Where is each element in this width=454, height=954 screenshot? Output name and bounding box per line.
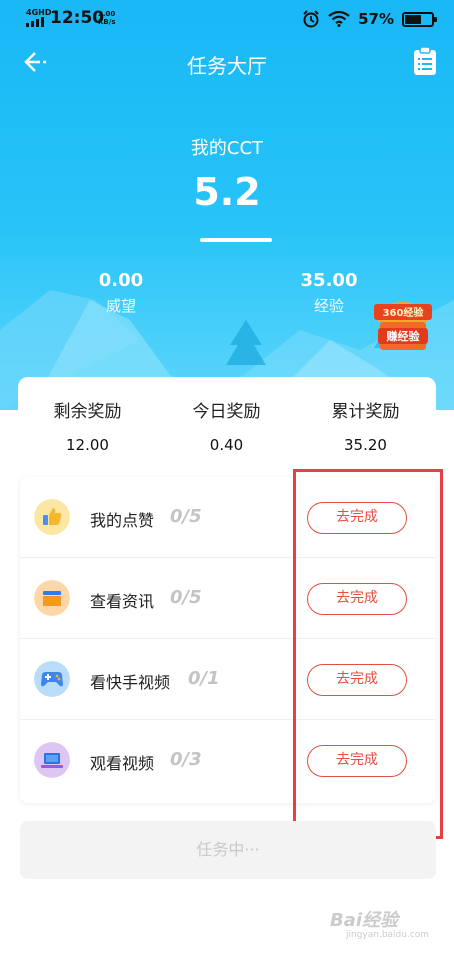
task-name: 我的点赞: [90, 511, 155, 530]
reward-label: 剩余奖励: [53, 402, 122, 422]
battery-icon: [402, 11, 437, 27]
news-icon: [34, 580, 70, 616]
reward-today: 今日奖励 0.40: [157, 377, 296, 454]
prestige-value: 0.00: [98, 270, 144, 291]
promo-bottom-text: 赚经验: [386, 329, 421, 343]
thumbs-up-icon: [34, 499, 70, 535]
experience-value: 35.00: [300, 270, 358, 291]
earn-experience-chest-icon[interactable]: 360经验 赚经验: [370, 292, 436, 354]
alarm-icon: [303, 10, 319, 28]
reward-value: 0.40: [209, 436, 244, 454]
cct-underline: [200, 238, 272, 242]
reward-total: 累计奖励 35.20: [296, 377, 435, 454]
task-progress: 0/1: [188, 668, 220, 689]
reward-value: 12.00: [66, 436, 109, 454]
laptop-icon: [34, 742, 70, 778]
header-hero: 4GHD 12:50 2.00 KB/s 57% 任务大厅 我的CCT 5.2 …: [0, 0, 454, 410]
network-speed: 2.00 KB/s: [98, 10, 118, 26]
reward-label: 今日奖励: [192, 402, 261, 422]
status-right: 57%: [302, 9, 437, 29]
speed-value: 2.00: [98, 10, 116, 18]
cct-label: 我的CCT: [190, 138, 264, 159]
baidu-jingyan-watermark: Bai经验 jingyan.baidu.com: [316, 904, 436, 946]
task-progress: 0/5: [170, 506, 202, 527]
reward-label: 累计奖励: [331, 402, 400, 422]
gamepad-icon: [34, 661, 70, 697]
status-bar: 4GHD 12:50 2.00 KB/s 57%: [0, 0, 454, 38]
task-name: 查看资讯: [90, 592, 155, 611]
highlight-annotation-box: [293, 469, 443, 839]
battery-percent: 57%: [358, 10, 394, 28]
network-type: 4GHD: [26, 8, 52, 17]
prestige-label: 威望: [105, 297, 136, 315]
task-name: 观看视频: [90, 754, 155, 773]
reward-summary-card: 剩余奖励 12.00 今日奖励 0.40 累计奖励 35.20: [18, 377, 436, 457]
reward-value: 35.20: [344, 436, 387, 454]
speed-unit: KB/s: [98, 18, 116, 26]
signal-icon: [26, 17, 44, 27]
nav-bar: 任务大厅: [0, 40, 454, 84]
cct-value: 5.2: [193, 170, 261, 214]
page-title: 任务大厅: [187, 54, 267, 78]
watermark-url: jingyan.baidu.com: [346, 930, 430, 940]
clipboard-icon[interactable]: [413, 46, 437, 76]
clock: 12:50: [50, 8, 105, 28]
wifi-icon: [328, 11, 350, 27]
reward-remaining: 剩余奖励 12.00: [18, 377, 157, 454]
task-name: 看快手视频: [90, 673, 171, 692]
watermark-main: Bai经验: [330, 910, 399, 931]
task-in-progress-button[interactable]: 任务中···: [20, 821, 436, 879]
prestige-stat: 0.00 威望: [61, 270, 181, 316]
task-progress: 0/5: [170, 587, 202, 608]
promo-top-text: 360经验: [383, 306, 425, 319]
task-progress: 0/3: [170, 749, 202, 770]
